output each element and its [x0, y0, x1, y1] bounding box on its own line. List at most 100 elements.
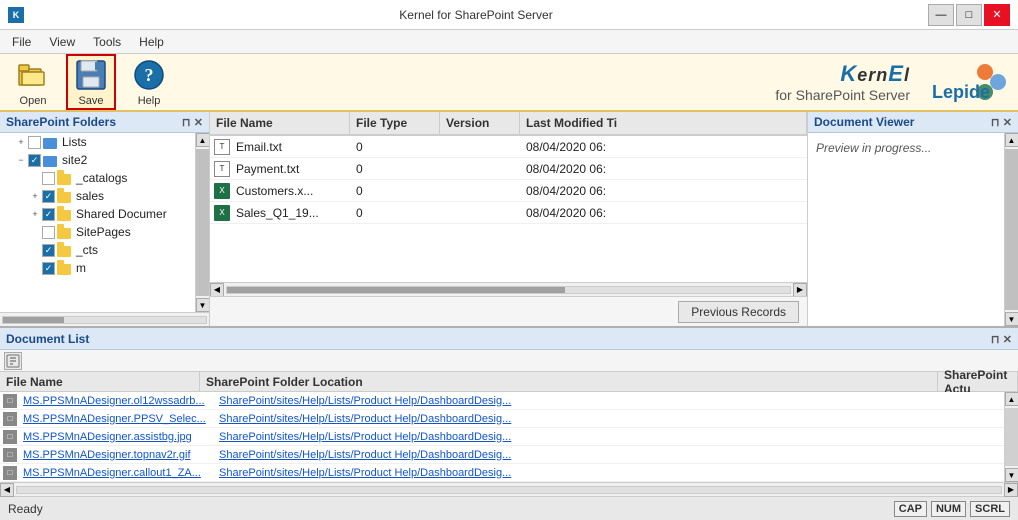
doc-rows: □ MS.PPSMnADesigner.ol12wssadrb... Share…	[0, 392, 1018, 482]
brand-text: KernEl for SharePoint Server	[775, 61, 910, 103]
list-item[interactable]: □ MS.PPSMnADesigner.ol12wssadrb... Share…	[0, 392, 1018, 410]
folders-hscroll-track[interactable]	[2, 316, 207, 324]
status-text: Ready	[8, 502, 43, 516]
tree-item-shared-doc[interactable]: + ✓ Shared Documer	[0, 205, 209, 223]
open-button[interactable]: Open	[8, 55, 58, 109]
tree-item-catalogs[interactable]: + _catalogs	[0, 169, 209, 187]
status-bar: Ready CAP NUM SCRL	[0, 496, 1018, 520]
doc-col-filename[interactable]: File Name	[0, 372, 200, 391]
doc-viewer-scroll-thumb[interactable]	[1005, 149, 1018, 310]
doc-scroll-down[interactable]: ▼	[1005, 468, 1018, 482]
doc-hscroll-track[interactable]	[16, 486, 1002, 494]
doc-file-4[interactable]: MS.PPSMnADesigner.callout1_ZA...	[17, 466, 213, 480]
doc-col-location[interactable]: SharePoint Folder Location	[200, 372, 938, 391]
doc-file-2[interactable]: MS.PPSMnADesigner.assistbg.jpg	[17, 430, 213, 444]
file-row[interactable]: T Email.txt 0 08/04/2020 06:	[210, 136, 807, 158]
doc-hscroll-left[interactable]: ◀	[0, 483, 14, 497]
doc-viewer-close-icon[interactable]: ✕	[1003, 117, 1012, 129]
menu-tools[interactable]: Tools	[85, 33, 129, 51]
tree-item-sales[interactable]: + ✓ sales	[0, 187, 209, 205]
check-lists[interactable]	[28, 136, 41, 149]
folders-close-icon[interactable]: ✕	[194, 117, 203, 129]
list-item[interactable]: □ MS.PPSMnADesigner.PPSV_Selec... ShareP…	[0, 410, 1018, 428]
tree-item-sitepages[interactable]: + SitePages	[0, 223, 209, 241]
folders-panel-header: SharePoint Folders ⊓ ✕	[0, 112, 209, 133]
doc-list-pin-icon[interactable]: ⊓	[991, 334, 1000, 346]
title-bar-left: K	[8, 7, 24, 23]
list-item[interactable]: □ MS.PPSMnADesigner.topnav2r.gif SharePo…	[0, 446, 1018, 464]
close-button[interactable]: ✕	[984, 4, 1010, 26]
doc-viewer-scroll-up[interactable]: ▲	[1005, 133, 1018, 147]
file-row[interactable]: X Customers.x... 0 08/04/2020 06:	[210, 180, 807, 202]
label-catalogs: _catalogs	[76, 171, 127, 185]
col-filetype[interactable]: File Type	[350, 112, 440, 134]
doc-vscroll[interactable]: ▲ ▼	[1004, 392, 1018, 482]
list-item[interactable]: □ MS.PPSMnADesigner.assistbg.jpg SharePo…	[0, 428, 1018, 446]
file-version-2	[440, 189, 520, 193]
status-scrl: SCRL	[970, 501, 1010, 517]
file-row[interactable]: T Payment.txt 0 08/04/2020 06:	[210, 158, 807, 180]
doc-list-hscroll[interactable]: ◀ ▶	[0, 482, 1018, 496]
scroll-up-arrow[interactable]: ▲	[196, 133, 210, 147]
doc-viewer-vscroll[interactable]: ▲ ▼	[1004, 133, 1018, 326]
save-button[interactable]: Save	[66, 54, 116, 110]
list-item[interactable]: □ MS.PPSMnADesigner.callout1_ZA... Share…	[0, 464, 1018, 482]
folder-icon-catalogs	[57, 171, 73, 185]
scroll-thumb[interactable]	[196, 149, 209, 296]
check-m[interactable]: ✓	[42, 262, 55, 275]
doc-list-toolbar-button[interactable]	[4, 352, 22, 370]
col-filename[interactable]: File Name	[210, 112, 350, 134]
expander-sales[interactable]: +	[28, 189, 42, 203]
minimize-button[interactable]: —	[928, 4, 954, 26]
doc-scroll-thumb[interactable]	[1005, 408, 1018, 466]
tree-item-lists[interactable]: + Lists	[0, 133, 209, 151]
menu-file[interactable]: File	[4, 33, 39, 51]
check-sitepages[interactable]	[42, 226, 55, 239]
expander-site2[interactable]: −	[14, 153, 28, 167]
previous-records-button[interactable]: Previous Records	[678, 301, 799, 323]
file-name-3: Sales_Q1_19...	[230, 204, 350, 222]
help-label: Help	[138, 95, 161, 107]
expander-lists[interactable]: +	[14, 135, 28, 149]
doc-col-actual[interactable]: SharePoint Actu	[938, 372, 1018, 391]
check-sales[interactable]: ✓	[42, 190, 55, 203]
check-cts[interactable]: ✓	[42, 244, 55, 257]
folders-hscroll[interactable]	[0, 312, 209, 326]
scroll-down-arrow[interactable]: ▼	[196, 298, 210, 312]
doc-file-0[interactable]: MS.PPSMnADesigner.ol12wssadrb...	[17, 394, 213, 408]
tree-item-m[interactable]: + ✓ m	[0, 259, 209, 277]
tree-vscroll[interactable]: ▲ ▼	[195, 133, 209, 312]
menu-view[interactable]: View	[41, 33, 83, 51]
folders-pin-icon[interactable]: ⊓	[182, 117, 191, 129]
file-icon-xlsx-3: X	[214, 205, 230, 221]
restore-button[interactable]: □	[956, 4, 982, 26]
folder-icon-shared-doc	[57, 207, 73, 221]
doc-file-1[interactable]: MS.PPSMnADesigner.PPSV_Selec...	[17, 412, 213, 426]
tree-item-site2[interactable]: − ✓ site2	[0, 151, 209, 169]
help-button[interactable]: ? Help	[124, 55, 174, 109]
check-catalogs[interactable]	[42, 172, 55, 185]
file-hscroll-track[interactable]	[226, 286, 791, 294]
file-modified-2: 08/04/2020 06:	[520, 182, 807, 200]
menu-help[interactable]: Help	[131, 33, 172, 51]
col-lastmod[interactable]: Last Modified Ti	[520, 112, 807, 134]
doc-row-icon-2: □	[3, 430, 17, 444]
doc-viewer-scroll-down[interactable]: ▼	[1005, 312, 1018, 326]
file-row[interactable]: X Sales_Q1_19... 0 08/04/2020 06:	[210, 202, 807, 224]
file-hscroll-right[interactable]: ▶	[793, 283, 807, 297]
check-shared-doc[interactable]: ✓	[42, 208, 55, 221]
doc-hscroll-right[interactable]: ▶	[1004, 483, 1018, 497]
file-hscroll-left[interactable]: ◀	[210, 283, 224, 297]
doc-file-3[interactable]: MS.PPSMnADesigner.topnav2r.gif	[17, 448, 213, 462]
check-site2[interactable]: ✓	[28, 154, 41, 167]
file-hscroll[interactable]: ◀ ▶	[210, 282, 807, 296]
doc-list-close-icon[interactable]: ✕	[1003, 334, 1012, 346]
col-version[interactable]: Version	[440, 112, 520, 134]
doc-table-header: File Name SharePoint Folder Location Sha…	[0, 372, 1018, 392]
doc-viewer-pin-icon[interactable]: ⊓	[991, 117, 1000, 129]
file-list-panel: File Name File Type Version Last Modifie…	[210, 112, 808, 326]
doc-scroll-up[interactable]: ▲	[1005, 392, 1018, 406]
tree-item-cts[interactable]: + ✓ _cts	[0, 241, 209, 259]
expander-shared-doc[interactable]: +	[28, 207, 42, 221]
file-name-2: Customers.x...	[230, 182, 350, 200]
